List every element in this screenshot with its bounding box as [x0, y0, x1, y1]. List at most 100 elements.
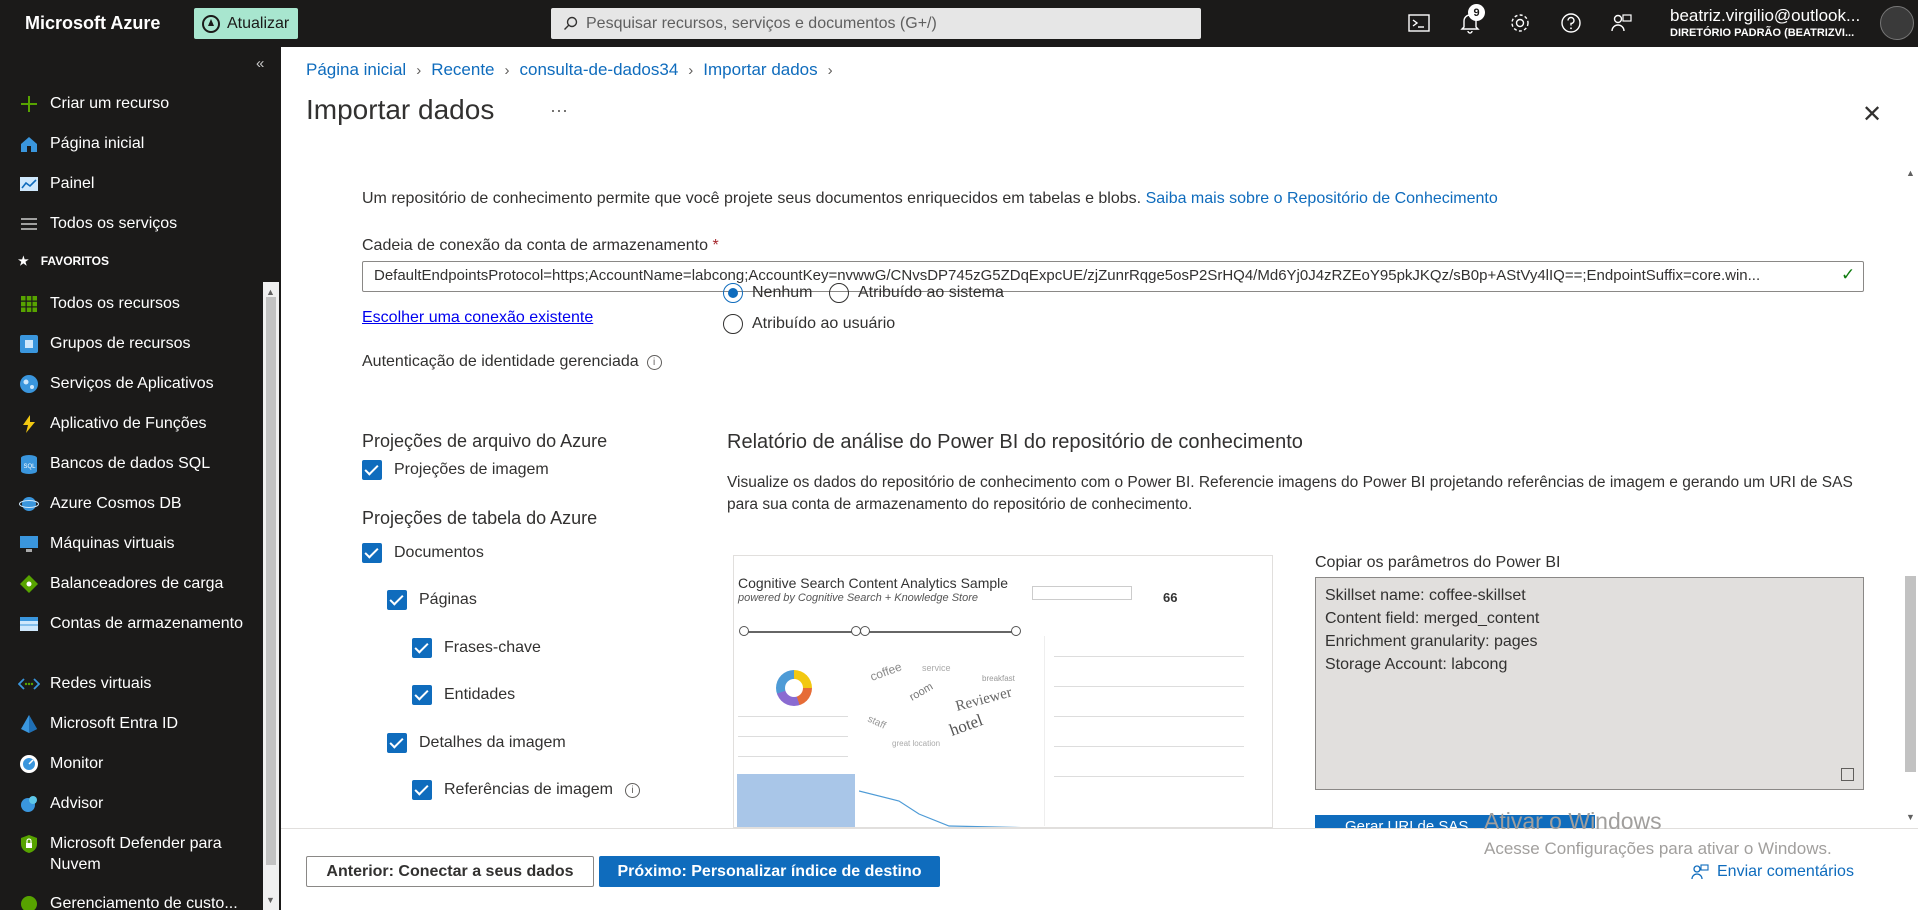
- report-text-line: [1054, 716, 1244, 717]
- checkbox-label: Detalhes da imagem: [419, 734, 566, 751]
- sidebar-item-function-app[interactable]: Aplicativo de Funções: [18, 413, 258, 435]
- sidebar-item-monitor[interactable]: Monitor: [18, 753, 258, 775]
- checkbox-label: Entidades: [444, 686, 516, 703]
- required-mark: *: [712, 237, 719, 254]
- powerbi-params-box[interactable]: Skillset name: coffee-skillset Content f…: [1315, 577, 1864, 790]
- sidebar-item-all-services[interactable]: Todos os serviços: [18, 213, 258, 235]
- upgrade-icon: [202, 14, 220, 33]
- plus-icon: [18, 93, 40, 115]
- checkbox-image-references[interactable]: Referências de imagem i: [412, 780, 640, 800]
- connection-string-input[interactable]: DefaultEndpointsProtocol=https;AccountNa…: [362, 261, 1864, 292]
- checkbox-image-details[interactable]: Detalhes da imagem: [387, 733, 566, 753]
- copy-icon[interactable]: [1841, 768, 1854, 781]
- breadcrumb: Página inicial › Recente › consulta-de-d…: [306, 60, 833, 80]
- breadcrumb-recent[interactable]: Recente: [431, 60, 494, 80]
- radio-system-circle[interactable]: [829, 283, 849, 303]
- sidebar-item-all-resources[interactable]: Todos os recursos: [18, 293, 258, 315]
- collapse-sidebar-icon[interactable]: «: [256, 55, 264, 72]
- chevron-right-icon: ›: [688, 61, 694, 79]
- upgrade-button[interactable]: Atualizar: [194, 8, 298, 39]
- close-icon[interactable]: ✕: [1862, 100, 1882, 129]
- sidebar-item-label: Painel: [50, 175, 95, 192]
- sidebar-item-create-resource[interactable]: Criar um recurso: [18, 93, 258, 115]
- choose-existing-connection-link[interactable]: Escolher uma conexão existente: [362, 309, 593, 327]
- info-icon[interactable]: i: [624, 782, 640, 798]
- checkbox-box[interactable]: [362, 543, 382, 563]
- checkbox-box[interactable]: [412, 780, 432, 800]
- radio-none[interactable]: Nenhum: [723, 283, 812, 303]
- brand-title[interactable]: Microsoft Azure: [25, 13, 160, 34]
- sidebar-item-label: Microsoft Entra ID: [50, 715, 179, 732]
- checkbox-image-projections[interactable]: Projeções de imagem: [362, 460, 549, 480]
- sidebar-item-load-balancers[interactable]: Balanceadores de carga: [18, 573, 258, 595]
- main-scrollbar-thumb[interactable]: [1905, 576, 1916, 772]
- powerbi-description: Visualize os dados do repositório de con…: [727, 474, 1853, 513]
- sidebar-scrollbar-thumb[interactable]: [266, 297, 276, 865]
- send-feedback-link[interactable]: Enviar comentários: [1691, 863, 1854, 881]
- learn-more-link[interactable]: Saiba mais sobre o Repositório de Conhec…: [1146, 190, 1498, 207]
- sidebar-item-storage-accounts[interactable]: Contas de armazenamento: [18, 613, 258, 635]
- settings-gear-icon[interactable]: [1507, 10, 1533, 36]
- help-icon[interactable]: [1558, 10, 1584, 36]
- main-scroll-up-icon[interactable]: ▲: [1906, 168, 1915, 178]
- sidebar-item-home[interactable]: Página inicial: [18, 133, 258, 155]
- sidebar-item-dashboard[interactable]: Painel: [18, 173, 258, 195]
- report-divider: [1044, 636, 1045, 826]
- sidebar-item-cost-management[interactable]: Gerenciamento de custo...: [18, 893, 258, 910]
- sidebar-item-advisor[interactable]: Advisor: [18, 793, 258, 815]
- svg-text:great location: great location: [892, 739, 940, 748]
- next-button[interactable]: Próximo: Personalizar índice de destino: [599, 856, 940, 887]
- sidebar-item-virtual-machines[interactable]: Máquinas virtuais: [18, 533, 258, 555]
- info-icon[interactable]: i: [646, 354, 662, 370]
- cloud-shell-icon[interactable]: [1406, 10, 1432, 36]
- upgrade-label: Atualizar: [227, 14, 290, 32]
- sidebar-item-sql-databases[interactable]: SQL Bancos de dados SQL: [18, 453, 258, 475]
- main-scroll-down-icon[interactable]: ▼: [1906, 812, 1915, 822]
- windows-activation-watermark: Ativar o Windows Acesse Configurações pa…: [1484, 808, 1832, 859]
- sidebar-item-defender[interactable]: Microsoft Defender para Nuvem: [18, 833, 258, 875]
- search-icon: [564, 16, 578, 30]
- sidebar-item-app-services[interactable]: Serviços de Aplicativos: [18, 373, 258, 395]
- sidebar-scroll-up-icon[interactable]: ▲: [266, 287, 275, 297]
- previous-button[interactable]: Anterior: Conectar a seus dados: [306, 856, 594, 887]
- checkbox-box[interactable]: [387, 733, 407, 753]
- radio-user-assigned[interactable]: Atribuído ao usuário: [723, 314, 895, 334]
- report-text-line: [1054, 686, 1244, 687]
- checkbox-entities[interactable]: Entidades: [412, 685, 515, 705]
- chevron-right-icon: ›: [504, 61, 510, 79]
- account-info[interactable]: beatriz.virgilio@outlook... DIRETÓRIO PA…: [1670, 6, 1875, 39]
- sidebar-item-cosmos-db[interactable]: Azure Cosmos DB: [18, 493, 258, 515]
- report-search-box: [1032, 586, 1132, 600]
- search-placeholder: Pesquisar recursos, serviços e documento…: [586, 14, 937, 32]
- sidebar-item-label: Gerenciamento de custo...: [50, 895, 238, 910]
- global-search-input[interactable]: Pesquisar recursos, serviços e documento…: [551, 8, 1201, 39]
- radio-system-label: Atribuído ao sistema: [858, 284, 1004, 301]
- sidebar-scroll-down-icon[interactable]: ▼: [266, 895, 275, 905]
- avatar[interactable]: [1880, 6, 1914, 40]
- breadcrumb-search-service[interactable]: consulta-de-dados34: [520, 60, 679, 80]
- radio-user-circle[interactable]: [723, 314, 743, 334]
- checkbox-documents[interactable]: Documentos: [362, 543, 484, 563]
- sidebar-item-label: Redes virtuais: [50, 675, 152, 692]
- checkbox-key-phrases[interactable]: Frases-chave: [412, 638, 541, 658]
- checkbox-box[interactable]: [362, 460, 382, 480]
- checkbox-box[interactable]: [412, 638, 432, 658]
- feedback-icon[interactable]: [1608, 10, 1634, 36]
- sidebar-item-resource-groups[interactable]: Grupos de recursos: [18, 333, 258, 355]
- sidebar-item-label: Monitor: [50, 755, 104, 772]
- sidebar-item-virtual-networks[interactable]: Redes virtuais: [18, 673, 258, 695]
- more-options-icon[interactable]: ···: [550, 100, 568, 121]
- checkbox-box[interactable]: [387, 590, 407, 610]
- star-icon: ★: [18, 254, 29, 268]
- breadcrumb-home[interactable]: Página inicial: [306, 60, 406, 80]
- sidebar-item-label: Serviços de Aplicativos: [50, 375, 214, 392]
- sidebar-item-entra-id[interactable]: Microsoft Entra ID: [18, 713, 258, 735]
- account-email: beatriz.virgilio@outlook...: [1670, 6, 1861, 25]
- sidebar-item-label: Criar um recurso: [50, 95, 170, 112]
- checkbox-pages[interactable]: Páginas: [387, 590, 477, 610]
- radio-system-assigned[interactable]: Atribuído ao sistema: [829, 283, 1004, 303]
- radio-none-circle[interactable]: [723, 283, 743, 303]
- breadcrumb-import-data[interactable]: Importar dados: [703, 60, 817, 80]
- checkbox-box[interactable]: [412, 685, 432, 705]
- sidebar-item-label: Microsoft Defender para Nuvem: [50, 835, 222, 873]
